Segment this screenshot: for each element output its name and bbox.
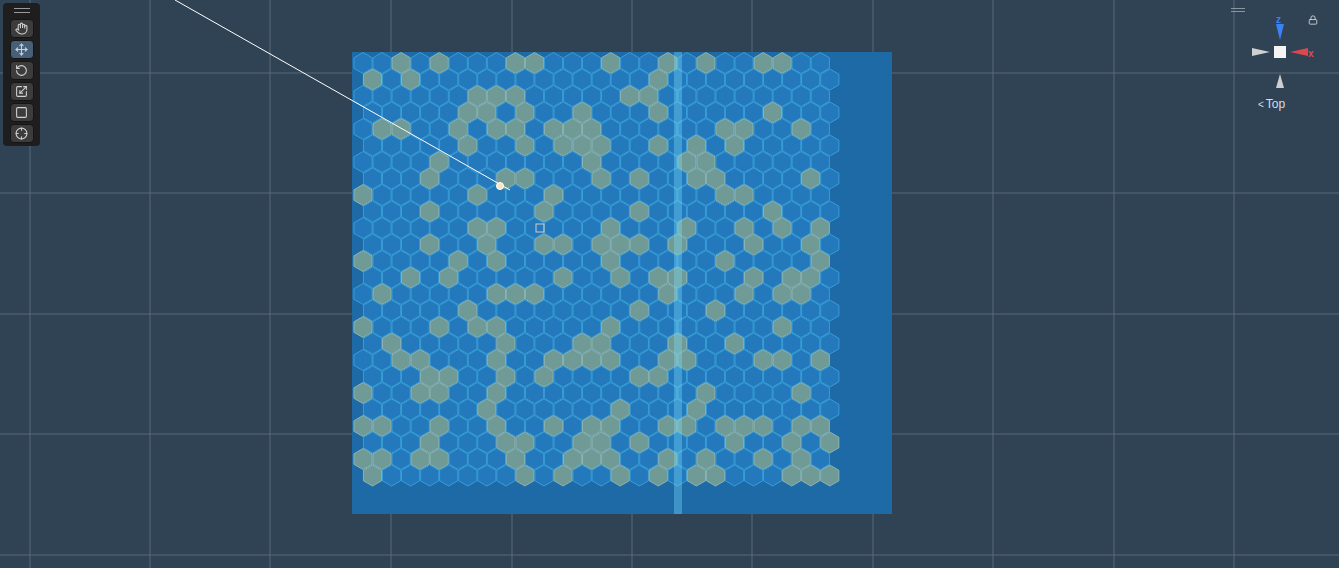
rotate-icon [15, 64, 28, 77]
axis-cones-icon [1246, 12, 1326, 92]
hex-map [352, 52, 892, 514]
lock-icon[interactable] [1308, 15, 1318, 25]
transform-icon [15, 127, 28, 140]
hand-tool-button[interactable] [10, 19, 34, 38]
panel-handle-icon[interactable] [1231, 8, 1245, 12]
ray-line [0, 0, 1339, 568]
rect-icon [15, 106, 28, 119]
view-label[interactable]: <Top [1258, 95, 1285, 113]
hand-icon [15, 22, 28, 35]
transform-tool-button[interactable] [10, 124, 34, 143]
move-icon [15, 43, 28, 56]
tool-toolbar [3, 3, 40, 146]
scale-icon [15, 85, 28, 98]
orientation-gizmo[interactable]: zx [1246, 12, 1326, 92]
view-arrow-icon: < [1258, 97, 1264, 112]
drag-handle-icon[interactable] [14, 8, 30, 13]
scene-view[interactable]: zx <Top [0, 0, 1339, 568]
rect-tool-button[interactable] [10, 103, 34, 122]
rotate-tool-button[interactable] [10, 61, 34, 80]
scale-tool-button[interactable] [10, 82, 34, 101]
move-tool-button[interactable] [10, 40, 34, 59]
x-axis-label: x [1308, 46, 1314, 61]
